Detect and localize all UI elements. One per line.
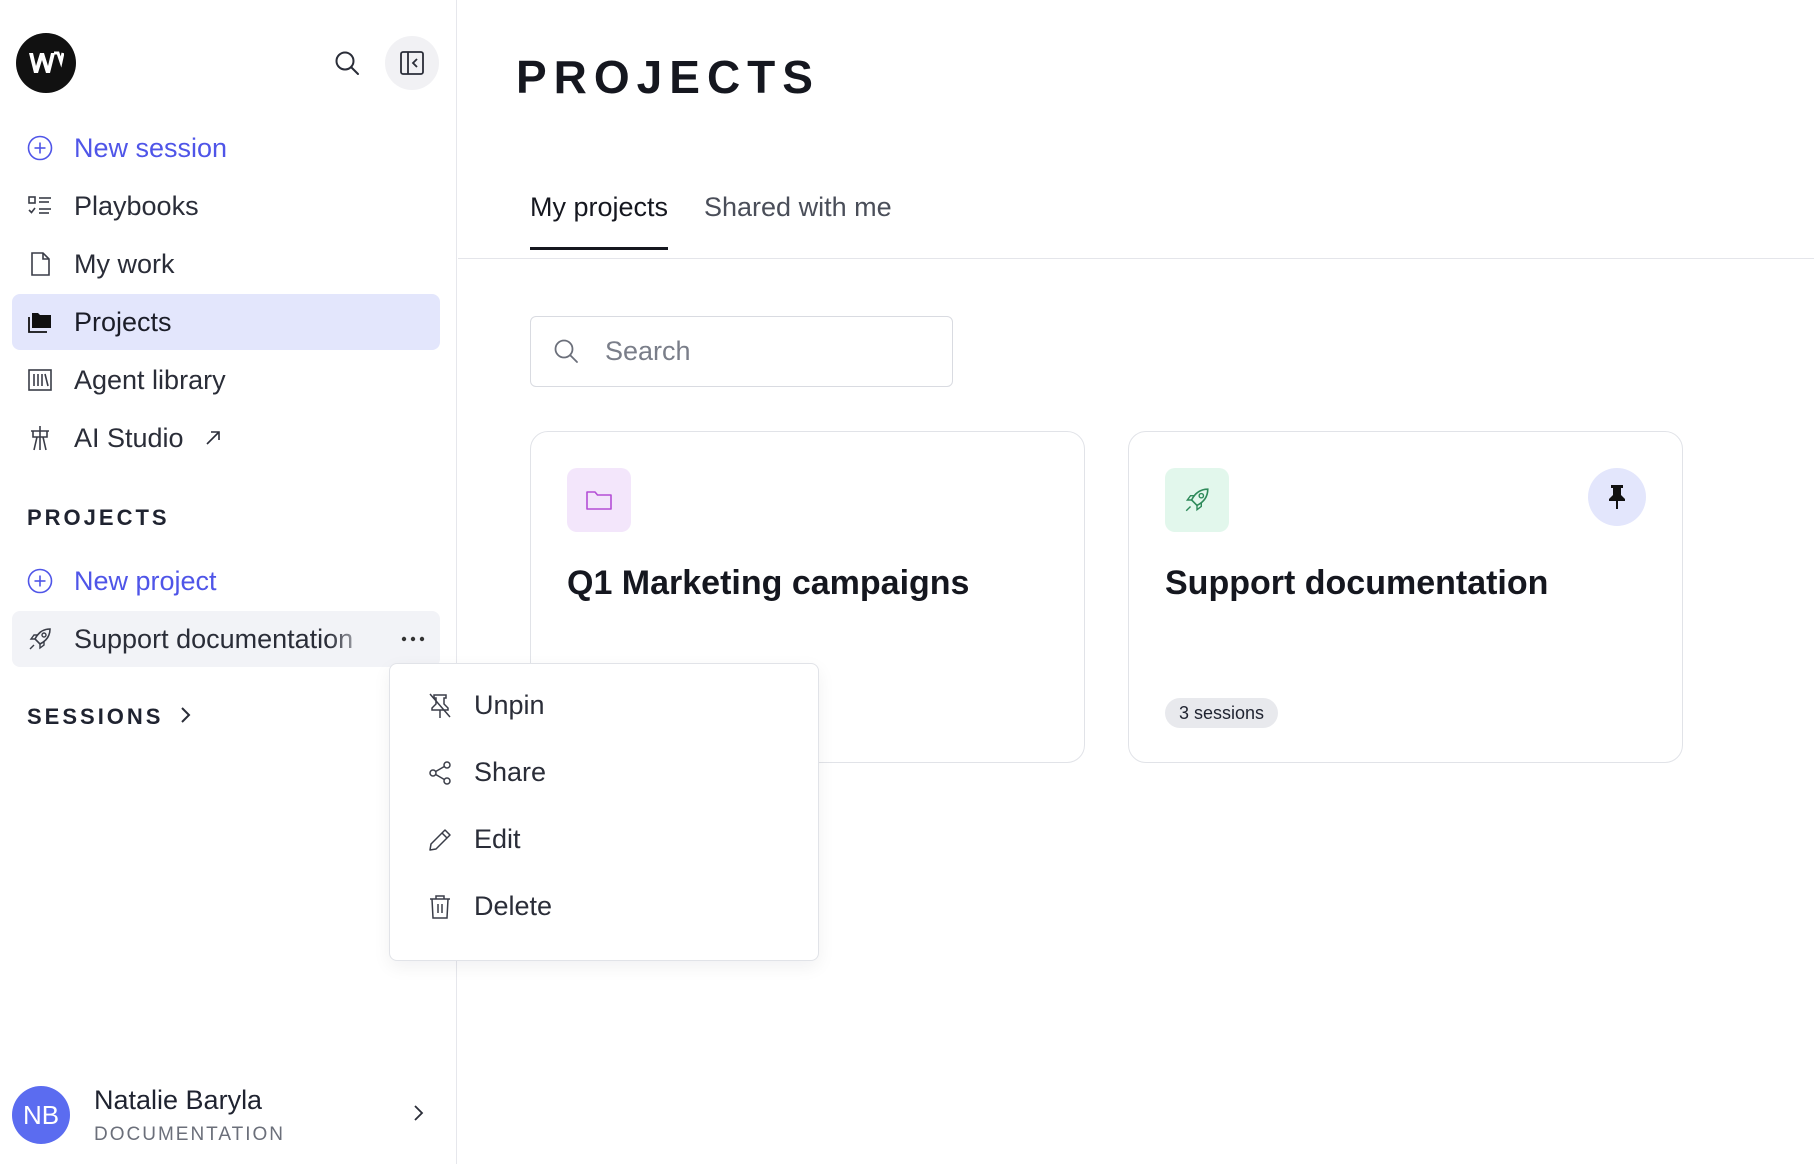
page-title: PROJECTS <box>516 51 820 103</box>
document-icon <box>26 250 54 278</box>
plus-circle-icon <box>26 567 54 595</box>
nav-label: My work <box>74 248 175 279</box>
sidebar-project-support-documentation[interactable]: Support documentation <box>12 611 440 667</box>
checklist-icon <box>26 192 54 220</box>
rocket-icon <box>26 625 54 653</box>
tab-shared-with-me[interactable]: Shared with me <box>704 192 892 247</box>
nav-label: Projects <box>74 306 172 337</box>
project-card-title: Support documentation <box>1165 564 1549 602</box>
menu-item-label: Unpin <box>474 690 545 720</box>
folder-icon <box>567 468 631 532</box>
rocket-icon <box>1165 468 1229 532</box>
main-nav: New session Playbooks My work Projects A… <box>12 120 440 468</box>
nav-label: Agent library <box>74 364 226 395</box>
sidebar: New session Playbooks My work Projects A… <box>0 0 457 1164</box>
plus-circle-icon <box>26 134 54 162</box>
menu-item-share[interactable]: Share <box>390 739 818 806</box>
more-options-button[interactable] <box>398 625 428 653</box>
avatar: NB <box>12 1086 70 1144</box>
studio-icon <box>26 424 54 452</box>
library-icon <box>26 366 54 394</box>
menu-item-delete[interactable]: Delete <box>390 873 818 940</box>
main-content: PROJECTS My projects Shared with me Q1 M… <box>458 0 1814 1164</box>
sidebar-collapse-icon <box>400 51 424 75</box>
sidebar-projects: New project Support documentation <box>12 553 440 669</box>
trash-icon <box>426 893 454 921</box>
sessions-count-badge: 3 sessions <box>1165 698 1279 728</box>
search-icon <box>553 338 581 366</box>
project-card-title: Q1 Marketing campaigns <box>567 564 970 602</box>
nav-ai-studio[interactable]: AI Studio <box>12 410 440 466</box>
user-name: Natalie Baryla <box>94 1084 263 1115</box>
new-project-button[interactable]: New project <box>12 553 440 609</box>
search-icon <box>335 51 359 75</box>
logo[interactable] <box>16 33 76 93</box>
tab-bar: My projects Shared with me <box>458 180 1814 259</box>
logo-mark-icon <box>29 51 64 73</box>
nav-label: AI Studio <box>74 422 184 453</box>
project-context-menu: Unpin Share Edit Delete <box>389 663 819 961</box>
search-field[interactable] <box>530 316 953 387</box>
user-org: DOCUMENTATION <box>94 1123 286 1145</box>
pencil-icon <box>426 826 454 854</box>
nav-label: Playbooks <box>74 190 199 221</box>
external-link-icon <box>204 427 226 449</box>
menu-item-label: Delete <box>474 891 553 921</box>
new-project-label: New project <box>74 565 217 596</box>
nav-label: New session <box>74 132 228 163</box>
search-input[interactable] <box>605 336 925 367</box>
menu-item-label: Edit <box>474 824 521 854</box>
menu-item-edit[interactable]: Edit <box>390 806 818 873</box>
sessions-section-heading: SESSIONS <box>27 704 164 729</box>
user-profile[interactable]: NB Natalie Baryla DOCUMENTATION <box>12 1080 442 1150</box>
chevron-right-icon <box>412 1103 424 1128</box>
collapse-sidebar-button[interactable] <box>385 36 439 90</box>
ellipsis-icon <box>401 636 425 642</box>
pin-button[interactable] <box>1588 468 1646 526</box>
pin-icon <box>1609 485 1625 509</box>
sessions-section[interactable]: SESSIONS <box>27 704 191 730</box>
nav-my-work[interactable]: My work <box>12 236 440 292</box>
search-button[interactable] <box>320 36 374 90</box>
folder-icon <box>26 308 54 336</box>
user-info: Natalie Baryla DOCUMENTATION <box>94 1085 285 1146</box>
nav-playbooks[interactable]: Playbooks <box>12 178 440 234</box>
share-icon <box>426 759 454 787</box>
chevron-right-icon <box>179 704 191 730</box>
sidebar-project-label: Support documentation <box>74 623 354 654</box>
menu-item-label: Share <box>474 757 547 787</box>
unpin-icon <box>426 692 454 720</box>
nav-new-session[interactable]: New session <box>12 120 440 176</box>
tab-my-projects[interactable]: My projects <box>530 192 669 250</box>
project-card[interactable]: Support documentation 3 sessions <box>1128 431 1683 763</box>
nav-agent-library[interactable]: Agent library <box>12 352 440 408</box>
menu-item-unpin[interactable]: Unpin <box>390 672 818 739</box>
nav-projects[interactable]: Projects <box>12 294 440 350</box>
projects-section-heading: PROJECTS <box>27 505 170 530</box>
